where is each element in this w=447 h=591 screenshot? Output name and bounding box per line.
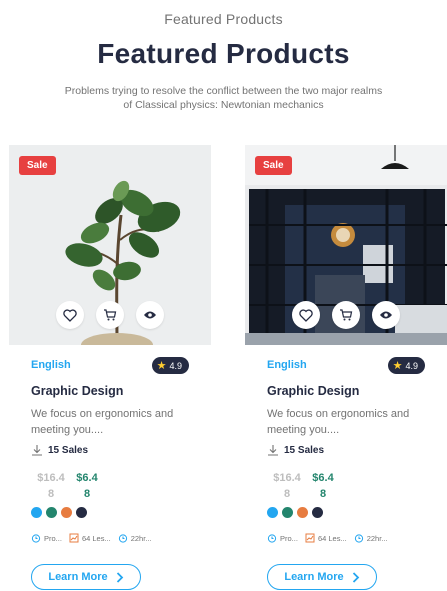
color-swatch-blue[interactable] xyxy=(267,507,278,518)
section-eyebrow: Featured Products xyxy=(164,11,283,27)
cart-icon xyxy=(104,309,117,321)
meta-text: Pro... xyxy=(280,533,298,543)
sale-price-line2: 8 xyxy=(83,488,91,500)
sales-label: 15 Sales xyxy=(48,444,89,456)
card-body: English ★ 4.9 Graphic Design We focus on … xyxy=(9,357,211,590)
star-icon: ★ xyxy=(156,360,167,372)
section-title: Featured Products xyxy=(97,38,350,69)
card-body: English ★ 4.9 Graphic Design We focus on … xyxy=(245,357,447,590)
alarm-clock-icon xyxy=(354,534,363,543)
quick-view-button[interactable] xyxy=(372,301,400,329)
color-swatch-navy[interactable] xyxy=(312,507,323,518)
color-swatch-orange[interactable] xyxy=(61,507,72,518)
category-link[interactable]: English xyxy=(267,359,307,371)
meta-text: Pro... xyxy=(44,533,62,543)
chart-icon xyxy=(305,533,315,543)
product-card[interactable]: Sale English ★ 4.9 Graphic Design We focu… xyxy=(245,145,447,591)
product-description: We focus on ergonomics and meeting you..… xyxy=(31,408,174,436)
product-card[interactable]: Sale English ★ 4.9 Graphic Design We focu… xyxy=(9,145,211,591)
sale-badge: Sale xyxy=(19,156,56,175)
download-icon xyxy=(32,445,42,456)
category-link[interactable]: English xyxy=(31,359,71,371)
course-meta: Pro... 64 Les... 22hr... xyxy=(31,533,152,543)
learn-more-label: Learn More xyxy=(48,571,108,583)
sale-price: $6.4 8 xyxy=(307,470,339,502)
meta-item-hours: 22hr... xyxy=(118,533,152,543)
sale-price-line1: $6.4 xyxy=(312,472,334,484)
chevron-right-icon xyxy=(116,571,123,583)
alarm-clock-icon xyxy=(118,534,127,543)
section-subtitle: Problems trying to resolve the conflict … xyxy=(64,85,383,111)
add-to-cart-button[interactable] xyxy=(332,301,360,329)
alarm-clock-icon xyxy=(267,534,277,543)
rating-value: 4.9 xyxy=(169,360,182,371)
original-price: $16.4 8 xyxy=(271,470,303,502)
original-price: $16.4 8 xyxy=(35,470,67,502)
wishlist-button[interactable] xyxy=(56,301,84,329)
heart-icon xyxy=(63,308,77,322)
color-swatch-green[interactable] xyxy=(282,507,293,518)
sales-label: 15 Sales xyxy=(284,444,325,456)
chevron-right-icon xyxy=(352,571,359,583)
color-swatch-green[interactable] xyxy=(46,507,57,518)
product-name[interactable]: Graphic Design xyxy=(31,384,123,398)
product-description: We focus on ergonomics and meeting you..… xyxy=(267,408,410,436)
rating-badge: ★ 4.9 xyxy=(151,357,189,374)
star-icon: ★ xyxy=(392,360,403,372)
sales-count: 15 Sales xyxy=(31,444,88,456)
meta-item-lessons: 64 Les... xyxy=(69,533,111,543)
sales-count: 15 Sales xyxy=(267,444,324,456)
product-name[interactable]: Graphic Design xyxy=(267,384,359,398)
quick-actions xyxy=(245,301,447,329)
alarm-clock-icon xyxy=(31,534,41,543)
eye-icon xyxy=(144,311,156,319)
rating-badge: ★ 4.9 xyxy=(387,357,425,374)
color-swatch-blue[interactable] xyxy=(31,507,42,518)
learn-more-button[interactable]: Learn More xyxy=(267,564,377,590)
sale-price: $6.4 8 xyxy=(71,470,103,502)
learn-more-button[interactable]: Learn More xyxy=(31,564,141,590)
rating-value: 4.9 xyxy=(405,360,418,371)
product-image[interactable]: Sale xyxy=(245,145,447,345)
meta-item-duration: Pro... xyxy=(267,533,298,543)
chart-icon xyxy=(69,533,79,543)
quick-view-button[interactable] xyxy=(136,301,164,329)
product-image[interactable]: Sale xyxy=(9,145,211,345)
meta-item-hours: 22hr... xyxy=(354,533,388,543)
sale-price-line1: $6.4 xyxy=(76,472,98,484)
learn-more-label: Learn More xyxy=(284,571,344,583)
original-price-line2: 8 xyxy=(283,488,291,500)
color-swatch-navy[interactable] xyxy=(76,507,87,518)
color-swatch-orange[interactable] xyxy=(297,507,308,518)
wishlist-button[interactable] xyxy=(292,301,320,329)
quick-actions xyxy=(9,301,211,329)
download-icon xyxy=(268,445,278,456)
meta-text: 64 Les... xyxy=(317,533,347,543)
add-to-cart-button[interactable] xyxy=(96,301,124,329)
original-price-line2: 8 xyxy=(47,488,55,500)
cart-icon xyxy=(340,309,353,321)
meta-item-lessons: 64 Les... xyxy=(305,533,347,543)
meta-text: 64 Les... xyxy=(81,533,111,543)
course-meta: Pro... 64 Les... 22hr... xyxy=(267,533,388,543)
color-swatches xyxy=(31,507,87,518)
meta-text: 22hr... xyxy=(130,533,152,543)
original-price-line1: $16.4 xyxy=(37,472,65,484)
sale-badge: Sale xyxy=(255,156,292,175)
meta-item-duration: Pro... xyxy=(31,533,62,543)
heart-icon xyxy=(299,308,313,322)
color-swatches xyxy=(267,507,323,518)
meta-text: 22hr... xyxy=(366,533,388,543)
original-price-line1: $16.4 xyxy=(273,472,301,484)
eye-icon xyxy=(380,311,392,319)
sale-price-line2: 8 xyxy=(319,488,327,500)
